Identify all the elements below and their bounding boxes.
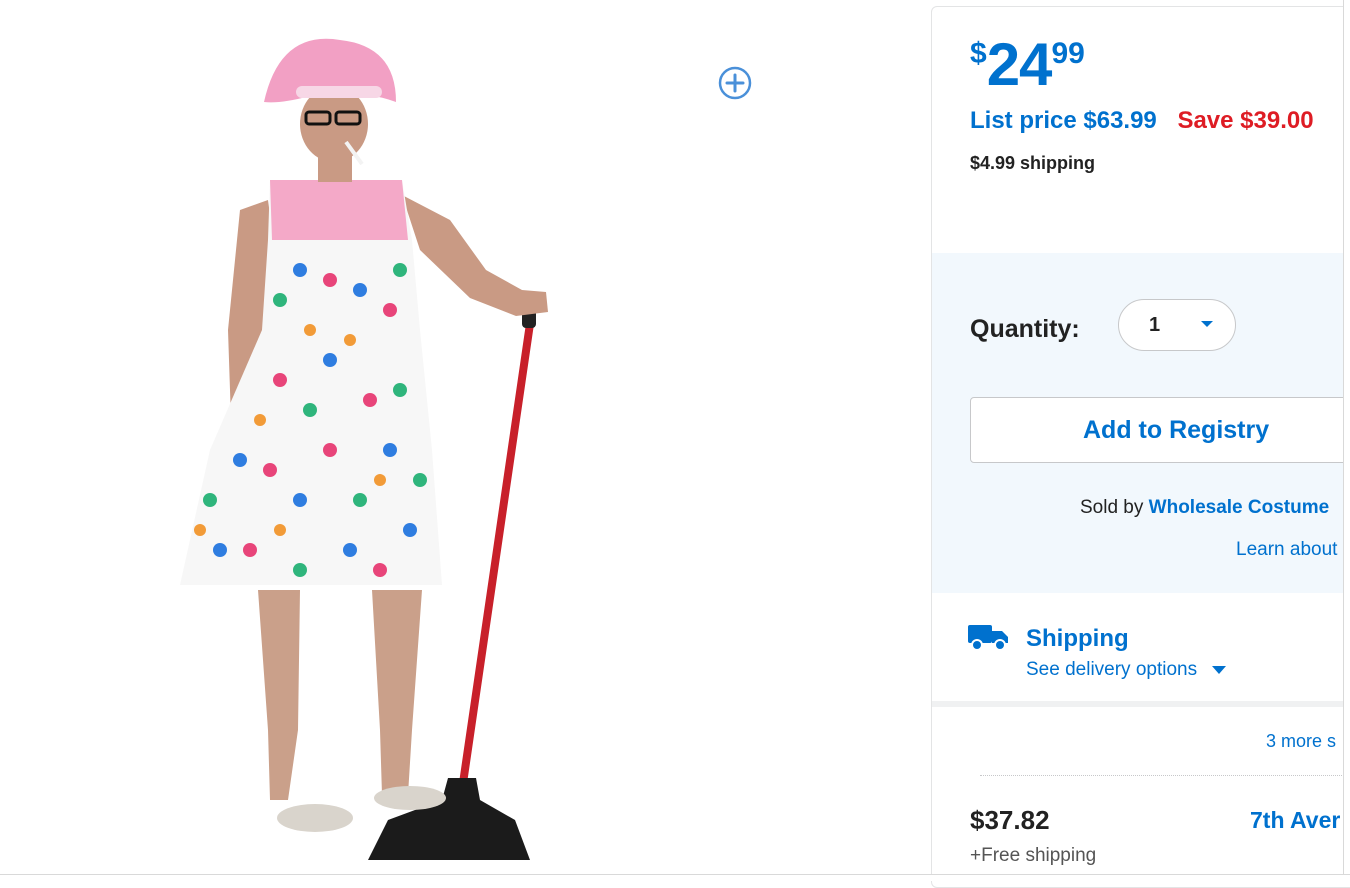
product-image-area <box>0 0 900 880</box>
window-edge-right <box>1343 0 1350 880</box>
list-price: List price $63.99 <box>970 107 1157 134</box>
sold-by: Sold by Wholesale Costume <box>1080 497 1329 519</box>
section-divider <box>932 701 1350 707</box>
price-section: $2499 List price $63.99 Save $39.00 $4.9… <box>932 7 1350 253</box>
dotted-divider <box>980 775 1350 776</box>
chevron-down-icon <box>1212 665 1227 674</box>
chevron-down-icon <box>1201 321 1213 327</box>
price-cents: 99 <box>1051 37 1085 70</box>
truck-icon <box>968 625 1008 651</box>
add-to-registry-button[interactable]: Add to Registry <box>970 397 1350 463</box>
offer-seller-link[interactable]: 7th Aver <box>1250 807 1340 834</box>
delivery-options-label: See delivery options <box>1026 659 1198 680</box>
save-amount: Save $39.00 <box>1177 107 1314 134</box>
price-currency: $ <box>970 37 987 70</box>
more-sellers-link[interactable]: 3 more s <box>1266 731 1336 752</box>
shipping-fee: $4.99 shipping <box>970 153 1096 173</box>
shipping-section: Shipping See delivery options <box>932 593 1350 701</box>
seller-link[interactable]: Wholesale Costume <box>1149 497 1330 518</box>
sold-by-prefix: Sold by <box>1080 497 1149 518</box>
zoom-in-plus-icon[interactable] <box>718 66 752 100</box>
see-delivery-options-link[interactable]: See delivery options <box>1026 659 1227 681</box>
shipping-title: Shipping <box>1026 625 1129 652</box>
offer-shipping: +Free shipping <box>970 845 1097 866</box>
price-dollars: 24 <box>986 31 1053 98</box>
quantity-value: 1 <box>1149 314 1161 336</box>
current-price: $2499 <box>970 35 1085 95</box>
offer-price: $37.82 <box>970 805 1050 835</box>
quantity-label: Quantity: <box>970 315 1080 343</box>
quantity-section: Quantity: 1 Add to Registry Sold by Whol… <box>932 253 1350 593</box>
buy-box-panel: $2499 List price $63.99 Save $39.00 $4.9… <box>931 6 1350 888</box>
quantity-select[interactable]: 1 <box>1118 299 1236 351</box>
list-price-line: List price $63.99 Save $39.00 <box>970 107 1314 135</box>
product-photo <box>180 38 548 860</box>
learn-about-link[interactable]: Learn about <box>1236 539 1337 561</box>
